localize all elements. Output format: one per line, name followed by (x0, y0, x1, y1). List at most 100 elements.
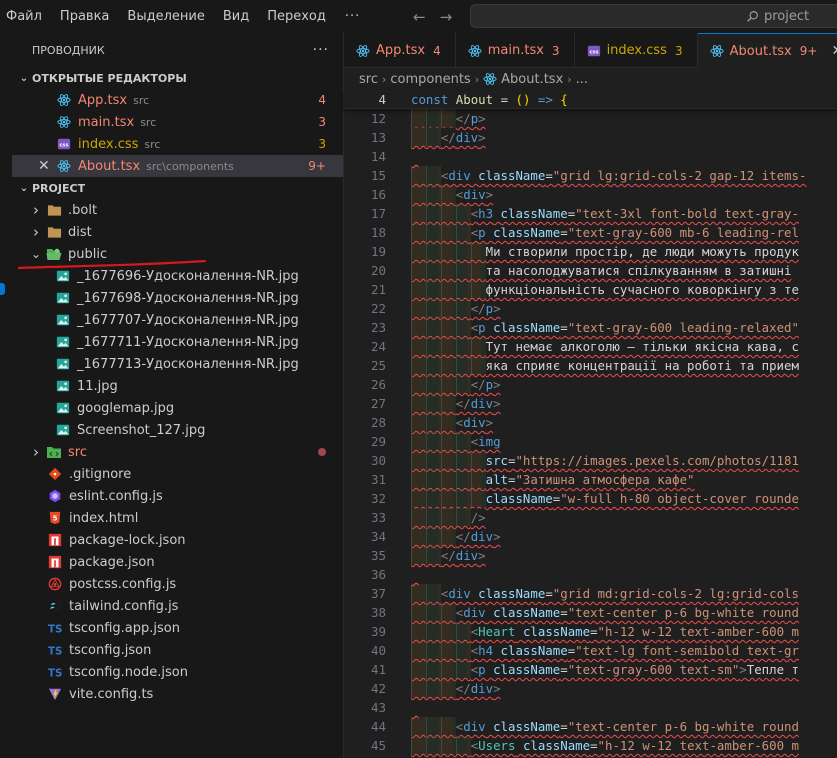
tree-item[interactable]: _1677713-Удосконалення-NR.jpg (12, 353, 343, 375)
code-line[interactable]: 31 alt="Затишна атмосфера кафе" (344, 470, 837, 489)
code-line[interactable]: 25 яка сприяє концентрації на роботі та … (344, 356, 837, 375)
tree-item[interactable]: TS tsconfig.node.json (12, 661, 343, 683)
code-line[interactable]: 42 </div> (344, 679, 837, 698)
tree-item[interactable]: TS tsconfig.app.json (12, 617, 343, 639)
code-line[interactable]: 17 <h3 className="text-3xl font-bold tex… (344, 204, 837, 223)
menu-item[interactable]: Выделение (118, 0, 213, 33)
breadcrumb-segment[interactable]: src (359, 72, 378, 87)
more-actions-icon[interactable]: ··· (313, 42, 329, 58)
code-line[interactable]: 12 </p> (344, 109, 837, 128)
tree-item[interactable]: vite.config.ts (12, 683, 343, 705)
code-line[interactable]: 29 <img (344, 432, 837, 451)
tree-item[interactable]: 5 index.html (12, 507, 343, 529)
tree-item[interactable]: TS tsconfig.json (12, 639, 343, 661)
sticky-scroll-line[interactable]: 4 const About = () => { (344, 90, 837, 109)
code-view[interactable]: 4 const About = () => {12 </p> 13 </div> 14… (344, 90, 837, 755)
tree-item[interactable]: package-lock.json (12, 529, 343, 551)
code-line[interactable]: 22 </p> (344, 299, 837, 318)
code-line[interactable]: 23 <p className="text-gray-600 leading-r… (344, 318, 837, 337)
code-line[interactable]: 27 </div> (344, 394, 837, 413)
code-line[interactable]: 33 /> (344, 508, 837, 527)
code-line[interactable]: 45 <Users className="h-12 w-12 text-ambe… (344, 736, 837, 755)
forward-arrow-icon[interactable]: → (440, 8, 453, 26)
tree-item[interactable]: googlemap.jpg (12, 397, 343, 419)
code-text: <Heart className="h-12 w-12 text-amber-6… (470, 624, 799, 639)
breadcrumb-segment[interactable]: components (390, 72, 470, 87)
code-line[interactable]: 14 (344, 147, 837, 166)
code-line[interactable]: 36 (344, 565, 837, 584)
line-number: 16 (370, 187, 386, 202)
code-line[interactable]: 34 </div> (344, 527, 837, 546)
code-line[interactable]: 26 </p> (344, 375, 837, 394)
tree-item[interactable]: › .bolt (12, 199, 343, 221)
eslint-file-icon (47, 488, 63, 504)
line-number: 34 (370, 529, 386, 544)
code-line[interactable]: 13 </div> (344, 128, 837, 147)
menu-item[interactable]: Правка (51, 0, 118, 33)
code-text: <div className="text-center p-6 bg-white… (455, 719, 799, 734)
code-line[interactable]: 16 <div> (344, 185, 837, 204)
open-editor-item[interactable]: ✕ About.tsx src\components 9+ (12, 155, 343, 177)
code-line[interactable]: 20 та насолоджуватися спілкуванням в зат… (344, 261, 837, 280)
project-label: PROJECT (32, 181, 86, 195)
svg-text:5: 5 (53, 515, 58, 523)
menu-item[interactable]: Вид (214, 0, 258, 33)
file-name: postcss.config.js (69, 576, 177, 592)
more-menu-icon[interactable]: ··· (335, 0, 370, 33)
code-line[interactable]: 38 <div className="text-center p-6 bg-wh… (344, 603, 837, 622)
search-label: project (764, 8, 810, 24)
line-number: 35 (370, 548, 386, 563)
menu-item[interactable]: Файл (0, 0, 51, 33)
navigation-arrows: ← → (413, 0, 452, 33)
tree-item[interactable]: eslint.config.js (12, 485, 343, 507)
tree-item[interactable]: _1677707-Удосконалення-NR.jpg (12, 309, 343, 331)
code-line[interactable]: 24 Тут немає алкоголю – тільки якісна ка… (344, 337, 837, 356)
open-editor-item[interactable]: App.tsx src 4 (12, 89, 343, 111)
code-line[interactable]: 44 <div className="text-center p-6 bg-wh… (344, 717, 837, 736)
postcss-file-icon (47, 576, 63, 592)
react-icon (56, 158, 72, 174)
close-icon[interactable]: ✕ (831, 43, 837, 59)
breadcrumb-segment[interactable]: ... (576, 72, 588, 87)
tab-app-tsx[interactable]: App.tsx 4 (344, 33, 456, 68)
code-line[interactable]: 19 Ми створили простір, де люди можуть п… (344, 242, 837, 261)
code-line[interactable]: 21 функціональність сучасного коворкінгу… (344, 280, 837, 299)
tree-item[interactable]: › src (12, 441, 343, 463)
project-section-header[interactable]: ⌄ PROJECT (12, 177, 343, 199)
code-line[interactable]: 41 <p className="text-gray-600 text-sm">… (344, 660, 837, 679)
tree-item[interactable]: › dist (12, 221, 343, 243)
file-name: main.tsx (78, 114, 135, 130)
tree-item[interactable]: 11.jpg (12, 375, 343, 397)
code-line[interactable]: 18 <p className="text-gray-600 mb-6 lead… (344, 223, 837, 242)
code-line[interactable]: 43 (344, 698, 837, 717)
code-line[interactable]: 30 src="https://images.pexels.com/photos… (344, 451, 837, 470)
code-line[interactable]: 28 <div> (344, 413, 837, 432)
menu-item[interactable]: Переход (258, 0, 335, 33)
line-number: 41 (370, 662, 386, 677)
tree-item[interactable]: package.json (12, 551, 343, 573)
open-editors-section-header[interactable]: ⌄ ОТКРЫТЫЕ РЕДАКТОРЫ (12, 67, 343, 89)
code-line[interactable]: 40 <h4 className="text-lg font-semibold … (344, 641, 837, 660)
code-line[interactable]: 39 <Heart className="h-12 w-12 text-ambe… (344, 622, 837, 641)
line-number: 19 (370, 244, 386, 259)
code-line[interactable]: 32 className="w-full h-80 object-cover r… (344, 489, 837, 508)
tab-about-tsx[interactable]: About.tsx 9+ ✕ (697, 33, 837, 68)
tab-main-tsx[interactable]: main.tsx 3 (456, 33, 575, 68)
tree-item[interactable]: .gitignore (12, 463, 343, 485)
tree-item[interactable]: Screenshot_127.jpg (12, 419, 343, 441)
code-line[interactable]: 37 <div className="grid md:grid-cols-2 l… (344, 584, 837, 603)
code-line[interactable]: 15 <div className="grid lg:grid-cols-2 g… (344, 166, 837, 185)
code-line[interactable]: 35 </div> (344, 546, 837, 565)
code-text: яка сприяє концентрації на роботі та при… (485, 358, 799, 373)
command-center-search[interactable]: project (470, 4, 837, 28)
tree-item[interactable]: _1677711-Удосконалення-NR.jpg (12, 331, 343, 353)
tree-item[interactable]: postcss.config.js (12, 573, 343, 595)
back-arrow-icon[interactable]: ← (413, 8, 426, 26)
tree-item[interactable]: _1677698-Удосконалення-NR.jpg (12, 287, 343, 309)
tree-item[interactable]: tailwind.config.js (12, 595, 343, 617)
tab-index-css[interactable]: css index.css 3 (575, 33, 698, 68)
breadcrumb-segment[interactable]: About.tsx (501, 72, 563, 87)
open-editor-item[interactable]: main.tsx src 3 (12, 111, 343, 133)
open-editor-item[interactable]: css index.css src 3 (12, 133, 343, 155)
close-icon[interactable]: ✕ (38, 158, 50, 174)
